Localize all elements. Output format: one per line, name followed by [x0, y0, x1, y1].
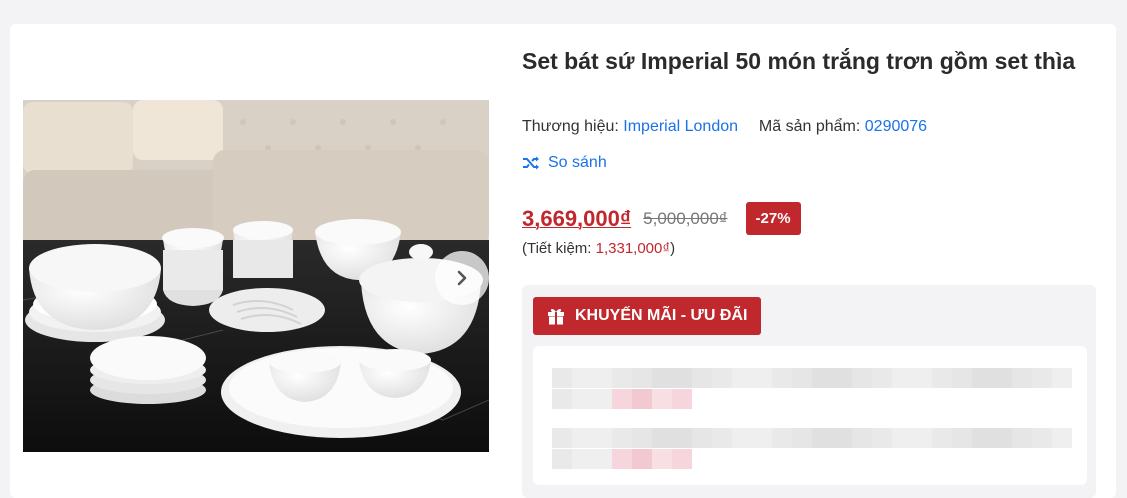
price-row: 3,669,000₫ 5,000,000₫ -27% — [522, 202, 801, 235]
brand-label: Thương hiệu: — [522, 118, 619, 135]
redacted-line — [552, 389, 692, 409]
redacted-block — [1012, 368, 1032, 388]
sku-value: 0290076 — [864, 118, 928, 135]
redacted-block — [832, 428, 852, 448]
redacted-block — [592, 368, 612, 388]
redacted-block — [552, 368, 572, 388]
redacted-block — [952, 368, 972, 388]
product-gallery[interactable] — [23, 100, 489, 452]
redacted-line — [552, 368, 1072, 388]
redacted-line — [552, 449, 692, 469]
sku-label: Mã sản phẩm: — [758, 118, 861, 135]
redacted-block — [932, 368, 952, 388]
redacted-block — [612, 449, 632, 469]
redacted-block — [752, 368, 772, 388]
shuffle-icon — [523, 156, 539, 170]
saving-close: ) — [670, 240, 676, 257]
redacted-block — [752, 428, 772, 448]
old-price: 5,000,000₫ — [643, 208, 728, 228]
redacted-block — [692, 368, 712, 388]
redacted-block — [892, 428, 912, 448]
redacted-block — [812, 368, 832, 388]
product-meta: Thương hiệu: Imperial London Mã sản phẩm… — [522, 118, 927, 136]
redacted-block — [572, 449, 592, 469]
redacted-block — [932, 428, 952, 448]
redacted-block — [572, 389, 592, 409]
redacted-block — [1052, 368, 1072, 388]
redacted-block — [972, 428, 992, 448]
redacted-block — [552, 428, 572, 448]
redacted-block — [1032, 368, 1052, 388]
redacted-block — [852, 428, 872, 448]
redacted-block — [812, 428, 832, 448]
redacted-block — [832, 368, 852, 388]
redacted-block — [592, 449, 612, 469]
redacted-block — [672, 389, 692, 409]
promo-box: KHUYẾN MÃI - ƯU ĐÃI — [522, 285, 1096, 498]
redacted-block — [572, 368, 592, 388]
redacted-block — [912, 368, 932, 388]
brand-link[interactable]: Imperial London — [623, 118, 738, 135]
redacted-block — [672, 428, 692, 448]
redacted-block — [952, 428, 972, 448]
redacted-block — [632, 449, 652, 469]
redacted-block — [972, 368, 992, 388]
redacted-block — [652, 428, 672, 448]
redacted-block — [672, 449, 692, 469]
promo-heading-label: KHUYẾN MÃI - ƯU ĐÃI — [575, 307, 748, 324]
gift-icon — [548, 308, 564, 325]
saving-value: 1,331,000₫ — [595, 240, 671, 257]
redacted-block — [1052, 428, 1072, 448]
redacted-block — [552, 389, 572, 409]
redacted-block — [772, 428, 792, 448]
redacted-block — [732, 368, 752, 388]
redacted-block — [992, 368, 1012, 388]
redacted-block — [652, 449, 672, 469]
redacted-block — [912, 428, 932, 448]
chevron-right-icon — [457, 270, 467, 286]
redacted-block — [612, 389, 632, 409]
redacted-block — [552, 449, 572, 469]
redacted-block — [732, 428, 752, 448]
redacted-block — [652, 368, 672, 388]
promo-heading: KHUYẾN MÃI - ƯU ĐÃI — [533, 297, 762, 335]
redacted-block — [572, 428, 592, 448]
redacted-block — [652, 389, 672, 409]
redacted-block — [632, 389, 652, 409]
redacted-block — [612, 368, 632, 388]
product-image[interactable] — [23, 100, 489, 452]
redacted-block — [992, 428, 1012, 448]
compare-button[interactable]: So sánh — [522, 154, 607, 172]
redacted-block — [872, 368, 892, 388]
discount-badge: -27% — [745, 202, 801, 235]
redacted-block — [632, 368, 652, 388]
redacted-block — [692, 428, 712, 448]
redacted-block — [592, 389, 612, 409]
redacted-block — [592, 428, 612, 448]
product-card: Set bát sứ Imperial 50 món trắng trơn gồ… — [10, 24, 1116, 498]
redacted-block — [712, 428, 732, 448]
saving-text: (Tiết kiệm: 1,331,000₫) — [522, 240, 675, 257]
redacted-block — [712, 368, 732, 388]
redacted-block — [792, 368, 812, 388]
redacted-block — [1032, 428, 1052, 448]
saving-label: (Tiết kiệm: — [522, 240, 592, 257]
redacted-block — [872, 428, 892, 448]
current-price: 3,669,000₫ — [522, 205, 632, 231]
redacted-block — [792, 428, 812, 448]
gallery-next-button[interactable] — [435, 251, 489, 305]
redacted-block — [632, 428, 652, 448]
redacted-line — [552, 428, 1072, 448]
redacted-block — [892, 368, 912, 388]
compare-label: So sánh — [548, 154, 607, 171]
redacted-block — [672, 368, 692, 388]
product-title: Set bát sứ Imperial 50 món trắng trơn gồ… — [522, 48, 1076, 74]
redacted-block — [772, 368, 792, 388]
redacted-block — [1012, 428, 1032, 448]
redacted-block — [852, 368, 872, 388]
promo-content-redacted — [533, 346, 1087, 485]
redacted-block — [612, 428, 632, 448]
